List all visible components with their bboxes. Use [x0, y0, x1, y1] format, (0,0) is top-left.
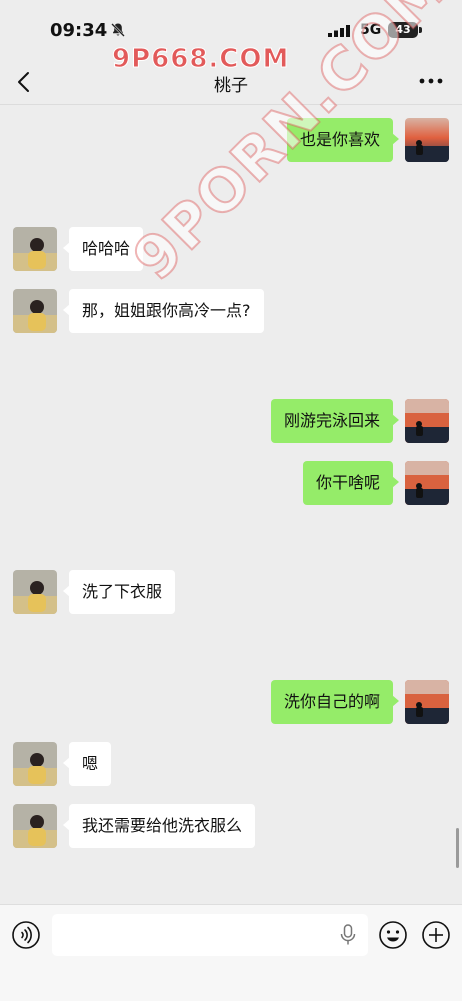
message-bubble[interactable]: 我还需要给他洗衣服么 [62, 804, 256, 848]
message-bubble[interactable]: 洗了下衣服 [62, 570, 176, 614]
input-bar [0, 904, 462, 1001]
scroll-indicator[interactable] [456, 828, 459, 868]
message-bubble[interactable]: 那，姐姐跟你高冷一点? [63, 289, 264, 333]
message-bubble[interactable]: 嗯 [62, 742, 112, 786]
chat-title: 桃子 [214, 76, 248, 96]
message-sent: 你干啥呢 [302, 461, 449, 505]
smiley-icon[interactable] [378, 920, 408, 950]
plus-circle-icon[interactable] [421, 920, 451, 950]
contact-avatar[interactable] [13, 742, 57, 786]
my-avatar[interactable] [405, 118, 449, 162]
message-sent: 洗你自己的啊 [270, 680, 449, 724]
contact-avatar[interactable] [13, 570, 57, 614]
message-sent: 刚游完泳回来 [270, 399, 449, 443]
microphone-icon[interactable] [339, 924, 357, 946]
voice-icon[interactable] [11, 920, 41, 950]
my-avatar[interactable] [405, 399, 449, 443]
message-bubble[interactable]: 你干啥呢 [302, 461, 400, 505]
my-avatar[interactable] [405, 461, 449, 505]
message-bubble[interactable]: 洗你自己的啊 [270, 680, 400, 724]
contact-avatar[interactable] [13, 227, 57, 271]
status-time: 09:34 [50, 20, 108, 41]
contact-avatar[interactable] [13, 289, 57, 333]
message-received: 洗了下衣服 [13, 570, 176, 614]
watermark-top: 9P668.COM [111, 44, 290, 75]
message-received: 那，姐姐跟你高冷一点? [13, 289, 264, 333]
message-received: 嗯 [13, 742, 112, 786]
bell-slash-icon [111, 23, 125, 37]
contact-avatar[interactable] [13, 804, 57, 848]
my-avatar[interactable] [405, 680, 449, 724]
message-input[interactable] [52, 914, 368, 956]
message-received: 我还需要给他洗衣服么 [13, 804, 256, 848]
message-bubble[interactable]: 刚游完泳回来 [270, 399, 400, 443]
more-dots-icon[interactable] [418, 74, 444, 88]
